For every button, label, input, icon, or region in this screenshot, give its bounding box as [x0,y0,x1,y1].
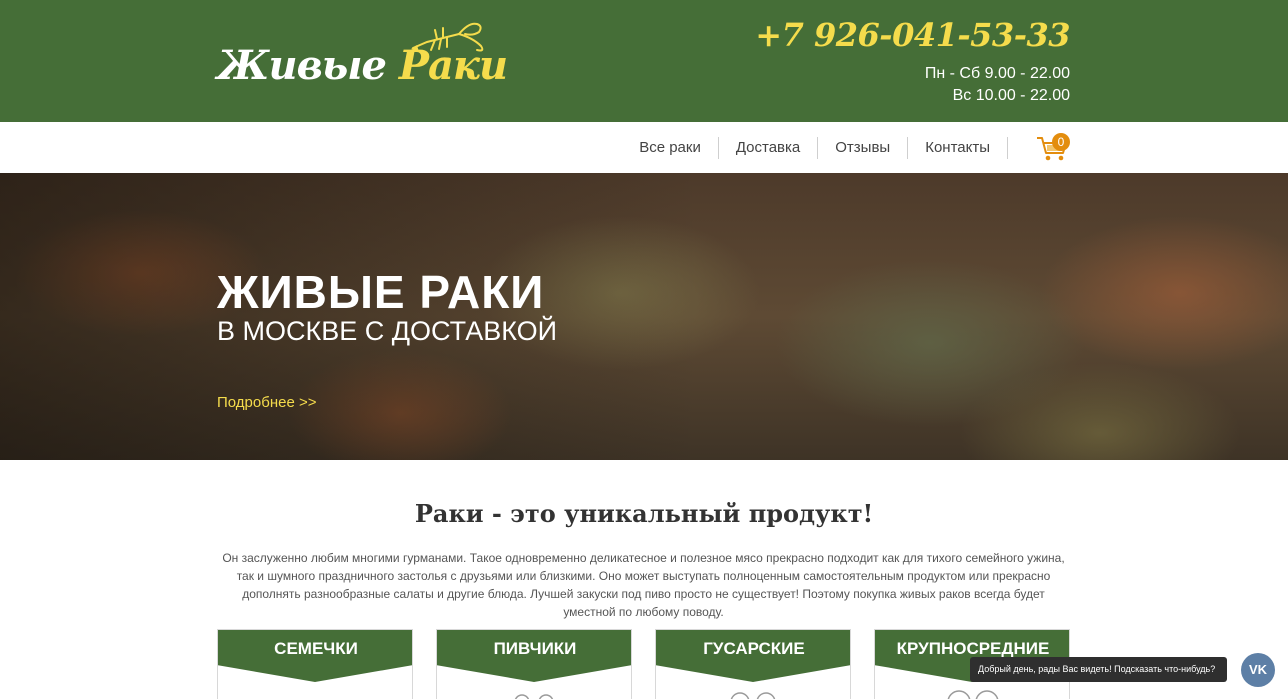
intro-title: Раки - это уникальный продукт! [414,499,874,528]
nav-item-contacts[interactable]: Контакты [907,137,1008,159]
card-title: КРУПНОСРЕДНИЕ [896,639,1050,658]
intro-text: Он заслуженно любим многими гурманами. Т… [222,551,1065,619]
vk-icon: VK [1248,662,1268,677]
vk-chat-button[interactable]: VK [1241,653,1275,687]
site-logo[interactable]: Живые Раки [217,18,508,96]
main-nav: Все раки Доставка Отзывы Контакты [0,122,1288,173]
card-title: СЕМЕЧКИ [274,639,358,658]
nav-item-all-crayfish[interactable]: Все раки [622,137,718,159]
hero-title: ЖИВЫЕ РАКИ [217,266,545,318]
cart-count-badge: 0 [1052,133,1070,151]
crayfish-eyes-icon [514,694,554,699]
product-card-gusarskie[interactable]: ГУСАРСКИЕ [655,629,851,699]
crayfish-icon [411,22,484,52]
hero-banner: ЖИВЫЕ РАКИ В МОСКВЕ С ДОСТАВКОЙ Подробне… [0,173,1288,460]
product-cards: СЕМЕЧКИ ПИВЧИКИ ГУСАРСКИЕ КРУПНОСРЕДНИЕ [217,629,1070,699]
nav-item-delivery[interactable]: Доставка [717,137,817,159]
cart-button[interactable]: 0 [1036,133,1072,163]
product-card-semechki[interactable]: СЕМЕЧКИ [217,629,413,699]
logo-word-1: Живые [217,42,387,89]
working-hours: Пн - Сб 9.00 - 22.00 Вс 10.00 - 22.00 [925,63,1070,107]
hours-weekdays: Пн - Сб 9.00 - 22.00 [924,65,1070,82]
card-title: ГУСАРСКИЕ [703,639,805,658]
nav-menu: Все раки Доставка Отзывы Контакты [622,137,1008,159]
hero-subtitle: В МОСКВЕ С ДОСТАВКОЙ [217,316,558,346]
hero-more-link[interactable]: Подробнее >> [217,394,316,411]
chat-greeting-bubble[interactable]: Добрый день, рады Вас видеть! Подсказать… [970,657,1227,682]
hours-sunday: Вс 10.00 - 22.00 [952,87,1070,104]
crayfish-eyes-icon [947,690,999,699]
crayfish-eyes-icon [730,692,776,699]
card-title: ПИВЧИКИ [493,639,577,658]
site-header: Живые Раки +7 926-041-53-33 Пн - Сб 9.00… [0,0,1288,122]
phone-number[interactable]: +7 926-041-53-33 [755,16,1070,54]
product-card-pivchiki[interactable]: ПИВЧИКИ [436,629,632,699]
nav-item-reviews[interactable]: Отзывы [817,137,907,159]
